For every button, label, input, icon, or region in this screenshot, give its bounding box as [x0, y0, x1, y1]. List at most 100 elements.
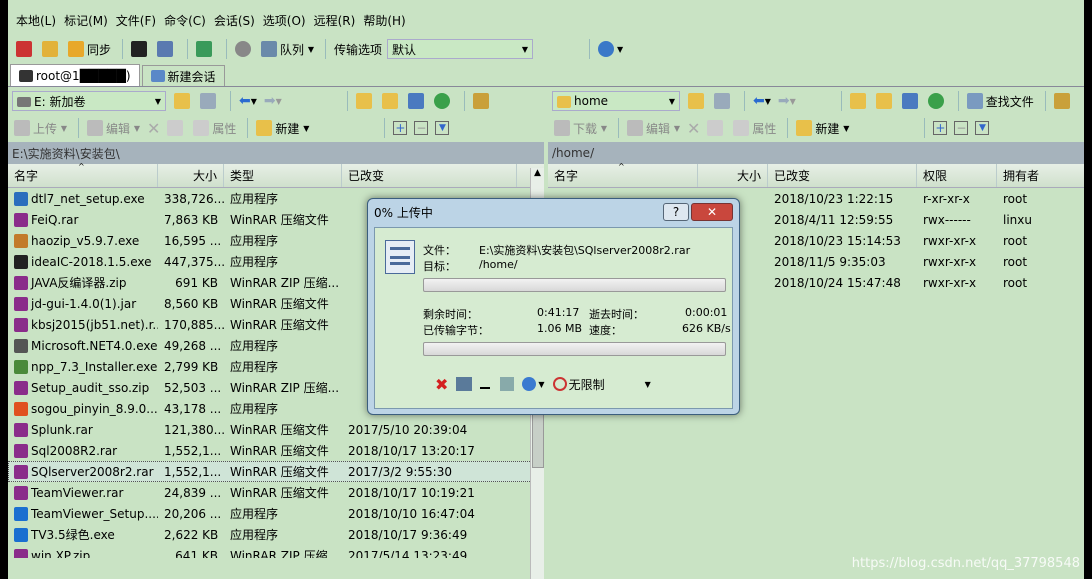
col-changed[interactable]: 已改变	[768, 164, 917, 187]
menu-options[interactable]: 选项(O)	[259, 12, 310, 29]
remote-edit-button[interactable]: 编辑 ▼	[625, 117, 682, 139]
local-select-all-button[interactable]: +	[391, 117, 409, 139]
table-row[interactable]: TeamViewer_Setup.... 20,206 ... 应用程序 2018/1…	[8, 503, 544, 524]
table-row[interactable]: Sql2008R2.rar 1,552,1... WinRAR 压缩文件 2018/1…	[8, 440, 544, 461]
menu-session[interactable]: 会话(S)	[210, 12, 259, 29]
close-button[interactable]: ✕	[691, 203, 733, 221]
remote-home-button[interactable]	[900, 90, 923, 112]
chevron-down-icon[interactable]: ▼	[538, 380, 544, 389]
remote-properties-button[interactable]: 属性	[731, 117, 778, 139]
col-type[interactable]: 类型	[224, 164, 342, 187]
remote-refresh-button[interactable]	[926, 90, 949, 112]
local-parent-button[interactable]	[354, 90, 377, 112]
local-open-folder-button[interactable]	[172, 90, 195, 112]
table-row[interactable]: Splunk.rar 121,380... WinRAR 压缩文件 2017/5/10…	[8, 419, 544, 440]
minimize-icon[interactable]	[480, 379, 491, 389]
table-row[interactable]: SQlserver2008r2.rar 1,552,1... WinRAR 压缩文件…	[8, 461, 544, 482]
col-changed[interactable]: 已改变	[342, 164, 517, 187]
speed-limit-icon[interactable]	[522, 377, 537, 391]
local-unselect-button[interactable]: −	[412, 117, 430, 139]
col-size[interactable]: 大小	[158, 164, 224, 187]
queue-button[interactable]: 队列 ▼	[259, 38, 316, 60]
local-filter-button[interactable]	[198, 90, 221, 112]
folder-icon	[174, 93, 190, 109]
remote-filter-button[interactable]	[712, 90, 735, 112]
table-row[interactable]: win XP.zip 641 KB WinRAR ZIP 压缩... 2017/5/1…	[8, 545, 544, 558]
refresh-session-button[interactable]	[194, 38, 217, 60]
tab-new-session[interactable]: 新建会话	[141, 65, 225, 86]
explore-button[interactable]	[40, 38, 63, 60]
toolbar-separator	[230, 91, 231, 111]
toolbar-separator	[187, 39, 189, 59]
local-rename-button[interactable]	[165, 117, 188, 139]
remote-delete-button[interactable]: ✕	[685, 117, 702, 139]
file-value: E:\实施资料\安装包\SQlserver2008r2.rar	[479, 244, 691, 257]
remote-open-folder-button[interactable]	[686, 90, 709, 112]
local-properties-button[interactable]: 属性	[191, 117, 238, 139]
download-button[interactable]: 下载 ▼	[552, 117, 609, 139]
preferences-button[interactable]	[233, 38, 256, 60]
help-button[interactable]: ?	[663, 203, 689, 221]
remote-rename-button[interactable]	[705, 117, 728, 139]
col-owner[interactable]: 拥有者	[997, 164, 1077, 187]
local-back-button[interactable]: ⬅ ▼	[237, 90, 259, 112]
tab-session-root[interactable]: root@1█████)	[10, 64, 140, 86]
remote-parent-button[interactable]	[848, 90, 871, 112]
table-row[interactable]: TV3.5绿色.exe 2,622 KB 应用程序 2018/10/17 9:36:4…	[8, 524, 544, 545]
transfer-options-select[interactable]: 默认 ▼	[387, 39, 534, 59]
remote-tree-button[interactable]	[1052, 90, 1075, 112]
col-size[interactable]: 大小	[698, 164, 768, 187]
file-rights: r-xr-xr-x	[923, 191, 970, 206]
local-root-button[interactable]	[380, 90, 403, 112]
local-home-button[interactable]	[406, 90, 429, 112]
remote-select-all-button[interactable]: +	[931, 117, 949, 139]
local-edit-button[interactable]: 编辑 ▼	[85, 117, 142, 139]
menu-remote[interactable]: 远程(R)	[310, 12, 360, 29]
remote-filter-select-button[interactable]: ▼	[973, 117, 991, 139]
toolbar-separator	[1044, 91, 1046, 111]
sync-button[interactable]: 同步	[66, 38, 113, 60]
remote-dir-select[interactable]: home ▼	[552, 91, 680, 111]
cancel-icon[interactable]: ✖	[435, 375, 448, 394]
compare-dirs-button[interactable]	[14, 38, 37, 60]
putty-button[interactable]	[155, 38, 178, 60]
local-forward-button[interactable]: ➡ ▼	[262, 90, 284, 112]
move-to-background-icon[interactable]	[456, 377, 473, 391]
remote-back-button[interactable]: ⬅ ▼	[751, 90, 773, 112]
file-size: 121,380...	[164, 422, 224, 437]
speed-limit-select[interactable]: 无限制	[569, 376, 605, 393]
remote-root-button[interactable]	[874, 90, 897, 112]
col-rights[interactable]: 权限	[917, 164, 997, 187]
local-new-button[interactable]: 新建 ▼	[254, 117, 311, 139]
local-drive-select[interactable]: E: 新加卷 ▼	[12, 91, 166, 111]
menu-mark[interactable]: 标记(M)	[60, 12, 112, 29]
file-name: Splunk.rar	[31, 422, 93, 437]
elapsed-value: 0:00:01	[685, 306, 728, 319]
monitor-icon	[19, 69, 33, 82]
file-type: WinRAR 压缩文件	[230, 444, 329, 458]
col-name[interactable]: 名字 ^	[548, 162, 698, 187]
remote-forward-button[interactable]: ➡ ▼	[776, 90, 798, 112]
file-type: WinRAR 压缩文件	[230, 486, 329, 500]
copy-icon[interactable]	[500, 377, 515, 391]
global-button[interactable]: ▼	[596, 38, 625, 60]
globe-icon	[598, 41, 615, 57]
local-tree-button[interactable]	[471, 90, 494, 112]
local-filter-select-button[interactable]: ▼	[433, 117, 451, 139]
menu-help[interactable]: 帮助(H)	[359, 12, 409, 29]
menu-file[interactable]: 文件(F)	[112, 12, 160, 29]
col-name[interactable]: 名字 ^	[8, 162, 158, 187]
remote-new-button[interactable]: 新建 ▼	[794, 117, 851, 139]
table-row[interactable]: TeamViewer.rar 24,839 ... WinRAR 压缩文件 2018/…	[8, 482, 544, 503]
menu-local[interactable]: 本地(L)	[12, 12, 60, 29]
file-size: 24,839 ...	[164, 485, 222, 500]
chevron-down-icon[interactable]: ▼	[645, 380, 651, 389]
find-files-button[interactable]: 查找文件	[965, 90, 1036, 112]
local-refresh-button[interactable]	[432, 90, 455, 112]
menu-command[interactable]: 命令(C)	[160, 12, 210, 29]
console-button[interactable]	[129, 38, 152, 60]
upload-button[interactable]: 上传 ▼	[12, 117, 69, 139]
remote-unselect-button[interactable]: −	[952, 117, 970, 139]
local-delete-button[interactable]: ✕	[145, 117, 162, 139]
scroll-up-icon[interactable]: ▲	[534, 168, 541, 178]
